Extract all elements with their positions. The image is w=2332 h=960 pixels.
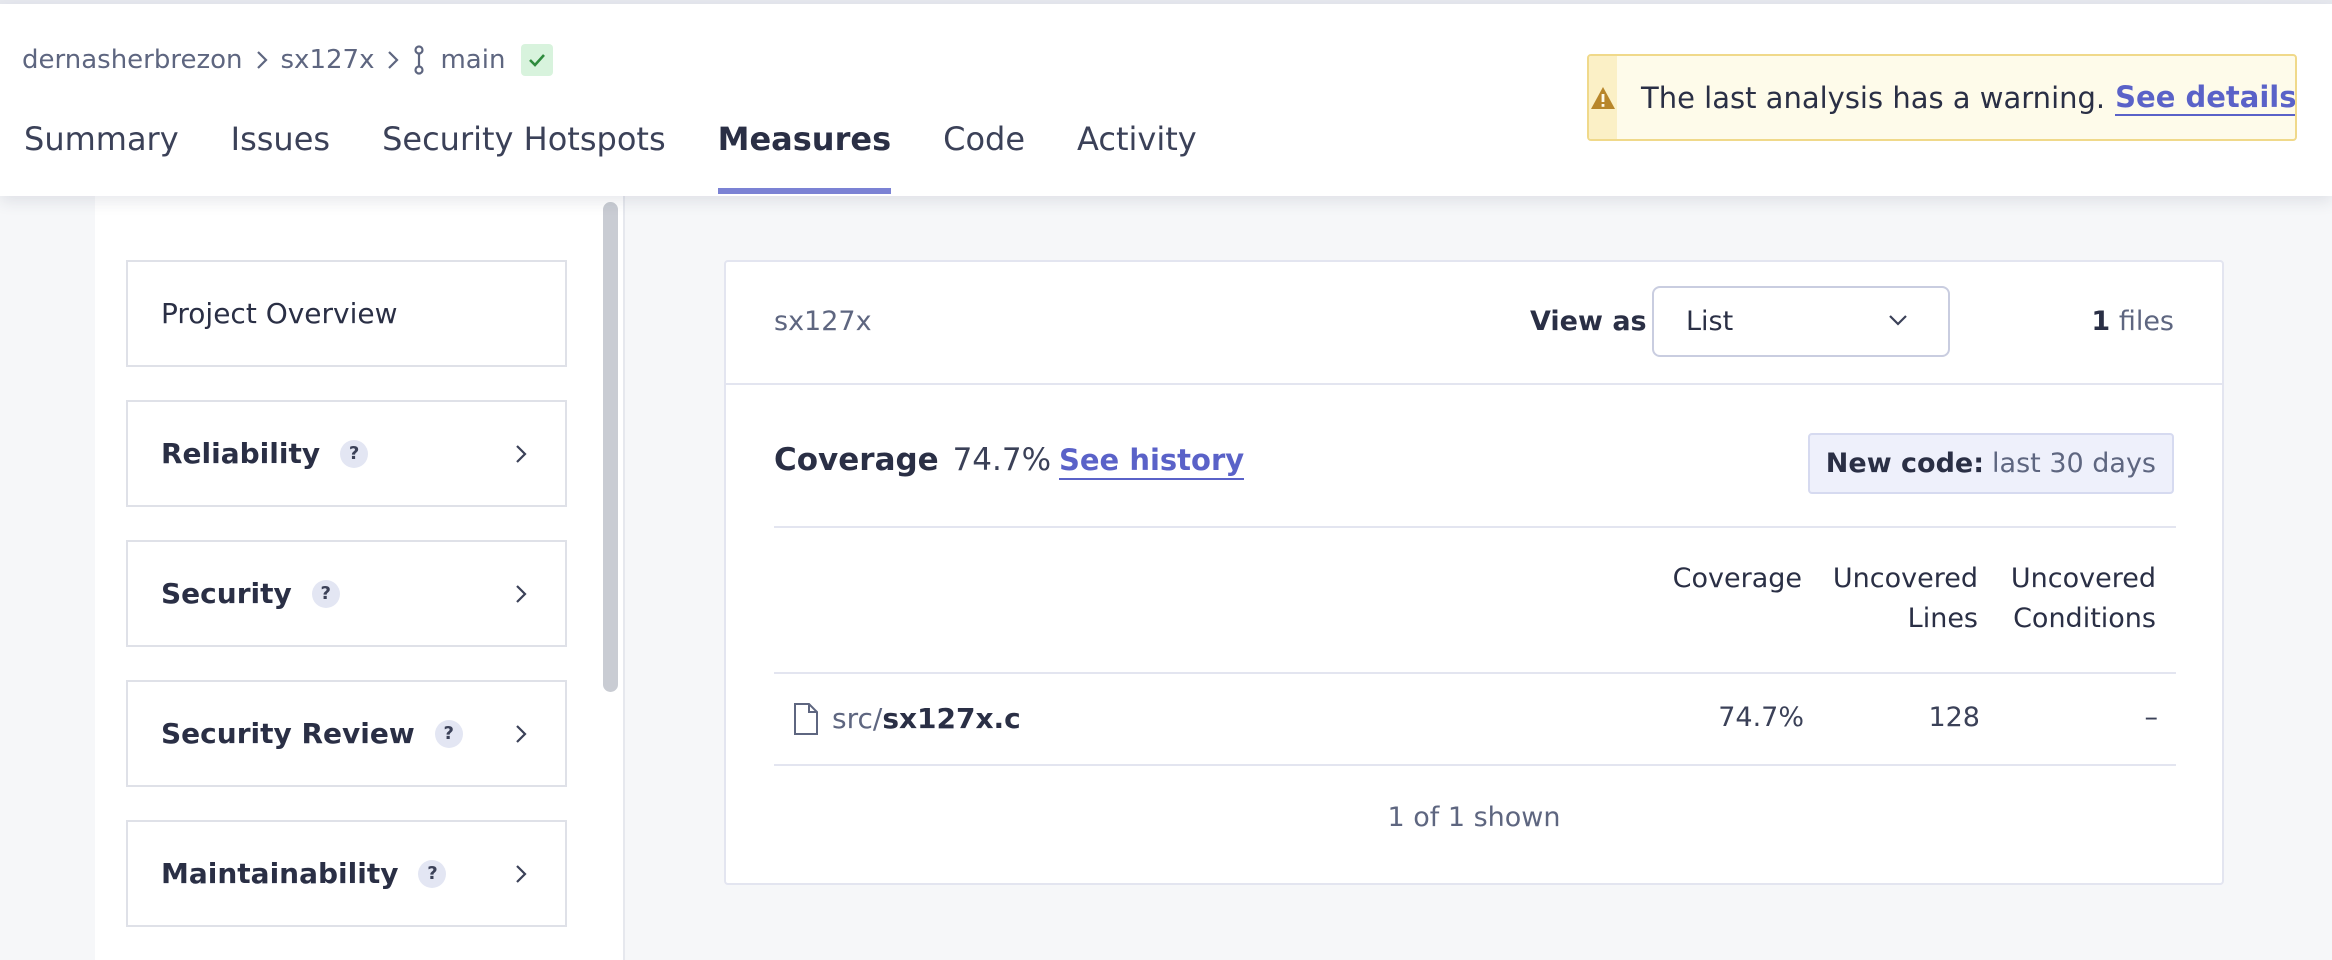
breadcrumb-project[interactable]: sx127x xyxy=(281,45,375,75)
tab-issues[interactable]: Issues xyxy=(231,120,330,196)
measure-card-header: sx127x View as List 1 files xyxy=(726,262,2222,385)
measure-title: Coverage 74.7% xyxy=(774,442,1051,478)
breadcrumb: dernasherbrezon sx127x main xyxy=(22,44,554,76)
chevron-right-icon xyxy=(515,864,527,884)
column-header-uncovered-lines[interactable]: Uncovered Lines xyxy=(1833,559,1978,639)
sidebar-item-maintainability[interactable]: Maintainability ? xyxy=(126,820,567,927)
table-row[interactable]: src/sx127x.c 74.7% 128 – xyxy=(774,674,2176,762)
see-history-link[interactable]: See history xyxy=(1059,442,1245,480)
new-code-period-badge: New code: last 30 days xyxy=(1807,433,2174,494)
column-header-line: Conditions xyxy=(2013,603,2156,634)
file-path: src/ xyxy=(832,702,883,735)
new-code-label: New code: xyxy=(1825,448,1985,479)
branch-selector[interactable]: main xyxy=(440,45,505,75)
tab-code[interactable]: Code xyxy=(943,120,1025,196)
files-count: 1 files xyxy=(2091,306,2174,337)
sidebar-item-label: Maintainability xyxy=(161,857,399,890)
tab-measures[interactable]: Measures xyxy=(717,120,891,196)
branch-icon xyxy=(412,45,426,75)
cell-uncovered-lines: 128 xyxy=(1928,702,1980,733)
measure-details-card: sx127x View as List 1 files Coverage 74.… xyxy=(724,260,2224,885)
help-icon[interactable]: ? xyxy=(340,439,369,468)
help-icon[interactable]: ? xyxy=(434,719,463,748)
column-header-line: Uncovered xyxy=(2010,563,2156,594)
breadcrumb-organization[interactable]: dernasherbrezon xyxy=(22,45,243,75)
help-icon[interactable]: ? xyxy=(311,579,340,608)
quality-gate-passed-icon xyxy=(521,44,554,76)
view-as-label: View as xyxy=(1530,306,1647,337)
sidebar-item-security[interactable]: Security ? xyxy=(126,540,567,647)
file-icon xyxy=(793,702,819,736)
sidebar-item-project-overview[interactable]: Project Overview xyxy=(126,260,567,367)
warning-icon xyxy=(1589,56,1617,139)
cell-coverage: 74.7% xyxy=(1718,702,1804,733)
divider xyxy=(774,526,2176,528)
column-header-line: Uncovered xyxy=(1832,563,1978,594)
project-key-breadcrumb[interactable]: sx127x xyxy=(774,306,872,337)
shown-count: 1 of 1 shown xyxy=(1387,802,1561,833)
tab-summary[interactable]: Summary xyxy=(24,120,179,196)
see-details-link[interactable]: See details xyxy=(2115,80,2295,116)
column-header-line: Lines xyxy=(1907,603,1978,634)
tab-security-hotspots[interactable]: Security Hotspots xyxy=(382,120,666,196)
new-code-value: last 30 days xyxy=(1992,448,2156,479)
analysis-warning-banner: The last analysis has a warning. See det… xyxy=(1587,54,2297,141)
sidebar-item-security-review[interactable]: Security Review ? xyxy=(126,680,567,787)
project-nav-tabs: Summary Issues Security Hotspots Measure… xyxy=(24,120,1249,196)
chevron-right-icon xyxy=(386,49,400,71)
help-icon[interactable]: ? xyxy=(418,859,447,888)
column-header-coverage[interactable]: Coverage xyxy=(1673,559,1802,599)
tab-activity[interactable]: Activity xyxy=(1077,120,1197,196)
chevron-right-icon xyxy=(255,49,269,71)
files-count-number: 1 xyxy=(2091,306,2111,337)
view-as-select[interactable]: List xyxy=(1652,286,1950,357)
chevron-down-icon xyxy=(1888,314,1908,326)
warning-text: The last analysis has a warning. xyxy=(1641,80,2106,115)
measure-name: Coverage xyxy=(774,442,939,478)
chevron-right-icon xyxy=(515,584,527,604)
sidebar-scrollbar-thumb[interactable] xyxy=(603,202,618,692)
sidebar-item-label: Security Review xyxy=(161,717,415,750)
sidebar-item-label: Security xyxy=(161,577,292,610)
column-header-line: Coverage xyxy=(1672,563,1802,594)
cell-uncovered-conditions: – xyxy=(2144,702,2159,733)
sidebar-item-label: Reliability xyxy=(161,437,321,470)
file-basename: sx127x.c xyxy=(882,702,1021,735)
files-count-label: files xyxy=(2118,306,2174,337)
file-name-link[interactable]: src/sx127x.c xyxy=(832,702,1021,735)
chevron-right-icon xyxy=(515,724,527,744)
project-header: dernasherbrezon sx127x main Summary Issu… xyxy=(0,4,2332,196)
chevron-right-icon xyxy=(515,444,527,464)
column-header-uncovered-conditions[interactable]: Uncovered Conditions xyxy=(2011,559,2156,639)
sidebar-item-label: Project Overview xyxy=(161,297,398,330)
sidebar-item-reliability[interactable]: Reliability ? xyxy=(126,400,567,507)
view-as-value: List xyxy=(1686,306,1734,337)
divider xyxy=(774,764,2176,766)
measure-value: 74.7% xyxy=(952,442,1052,478)
